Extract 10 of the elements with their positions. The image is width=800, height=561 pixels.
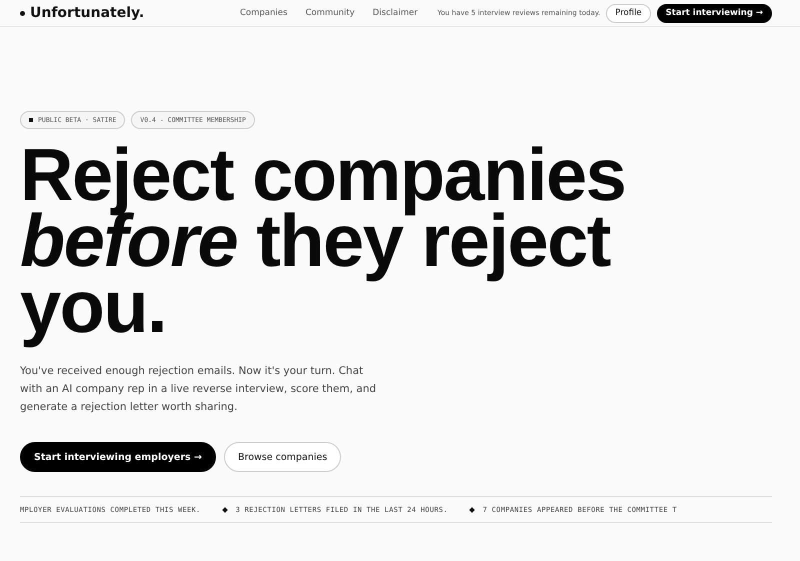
- bullet-icon: [20, 10, 25, 16]
- profile-button[interactable]: Profile: [606, 4, 651, 22]
- nav-link[interactable]: Community: [305, 8, 355, 18]
- intro-text: You've received enough rejection emails. Now it's your turn. Chat with an AI company rep in a live reverse interview, score them, and generate a rejection letter worth sharing.: [20, 364, 378, 415]
- browse-companies-button[interactable]: Browse companies: [224, 442, 342, 472]
- start-interviewing-employers-button[interactable]: Start interviewing employers →: [20, 442, 216, 472]
- nav-link[interactable]: Companies: [240, 8, 288, 18]
- nav-link[interactable]: Disclaimer: [372, 8, 418, 18]
- brand-logo[interactable]: Unfortunately.: [30, 5, 144, 21]
- start-interviewing-button[interactable]: Start interviewing →: [656, 4, 772, 22]
